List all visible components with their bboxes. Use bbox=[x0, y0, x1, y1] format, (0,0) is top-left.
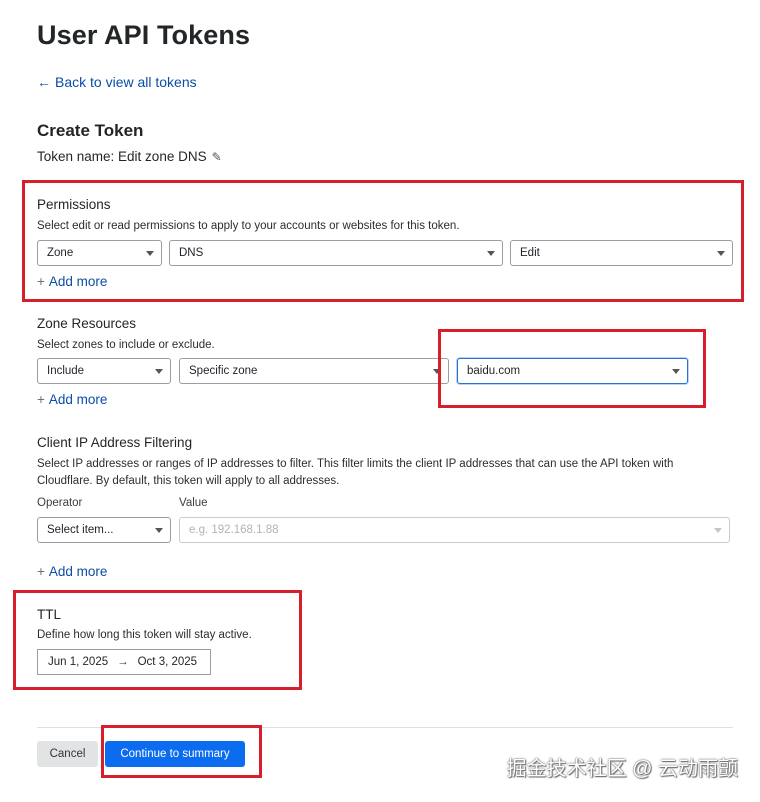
zone-type-select[interactable]: Specific zone bbox=[179, 358, 449, 384]
divider bbox=[37, 727, 733, 728]
zone-domain-select[interactable]: baidu.com bbox=[457, 358, 688, 384]
chevron-down-icon bbox=[487, 251, 495, 256]
pencil-icon[interactable]: ✎ bbox=[212, 150, 222, 164]
token-name: Token name: Edit zone DNS ✎ bbox=[37, 149, 222, 164]
chevron-down-icon bbox=[672, 369, 680, 374]
token-name-text: Token name: Edit zone DNS bbox=[37, 149, 207, 164]
value-label: Value bbox=[179, 497, 208, 509]
arrow-left-icon: ← bbox=[37, 74, 51, 90]
back-link[interactable]: ← Back to view all tokens bbox=[37, 74, 197, 90]
chevron-down-icon bbox=[714, 528, 722, 533]
zone-include-select[interactable]: Include bbox=[37, 358, 171, 384]
ip-filtering-help: Select IP addresses or ranges of IP addr… bbox=[37, 458, 674, 487]
permissions-add-more-link[interactable]: + Add more bbox=[37, 274, 107, 289]
create-token-heading: Create Token bbox=[37, 121, 144, 140]
chevron-down-icon bbox=[717, 251, 725, 256]
zone-add-more-link[interactable]: + Add more bbox=[37, 392, 107, 407]
zone-type-value: Specific zone bbox=[189, 365, 258, 377]
ip-add-more-link[interactable]: + Add more bbox=[37, 564, 107, 579]
plus-icon: + bbox=[37, 564, 45, 579]
plus-icon: + bbox=[37, 274, 45, 289]
permission-scope-value: Zone bbox=[47, 247, 74, 259]
permissions-help: Select edit or read permissions to apply… bbox=[37, 220, 460, 232]
ttl-help: Define how long this token will stay act… bbox=[37, 629, 252, 641]
ttl-label: TTL bbox=[37, 607, 62, 622]
add-more-label: Add more bbox=[48, 274, 108, 289]
back-link-label: Back to view all tokens bbox=[55, 74, 197, 90]
plus-icon: + bbox=[37, 392, 45, 407]
permission-resource-value: DNS bbox=[179, 247, 204, 259]
permission-level-value: Edit bbox=[520, 247, 540, 259]
operator-select[interactable]: Select item... bbox=[37, 517, 171, 543]
permissions-label: Permissions bbox=[37, 197, 111, 212]
ip-filtering-label: Client IP Address Filtering bbox=[37, 435, 193, 450]
page-title: User API Tokens bbox=[37, 20, 251, 50]
operator-placeholder: Select item... bbox=[47, 524, 114, 536]
zone-domain-value: baidu.com bbox=[467, 365, 521, 377]
continue-to-summary-button[interactable]: Continue to summary bbox=[105, 741, 245, 767]
ip-value-select: e.g. 192.168.1.88 bbox=[179, 517, 730, 543]
ip-value-placeholder: e.g. 192.168.1.88 bbox=[189, 524, 279, 536]
permission-scope-select[interactable]: Zone bbox=[37, 240, 162, 266]
chevron-down-icon bbox=[155, 528, 163, 533]
operator-label: Operator bbox=[37, 497, 83, 509]
ttl-end-date: Oct 3, 2025 bbox=[137, 656, 198, 668]
arrow-right-icon: → bbox=[117, 656, 129, 668]
chevron-down-icon bbox=[433, 369, 441, 374]
add-more-label: Add more bbox=[48, 392, 108, 407]
permission-level-select[interactable]: Edit bbox=[510, 240, 733, 266]
chevron-down-icon bbox=[146, 251, 154, 256]
watermark-text: 掘金技术社区 @ 云动雨颤 bbox=[506, 758, 738, 780]
zone-include-value: Include bbox=[47, 365, 85, 377]
add-more-label: Add more bbox=[48, 564, 108, 579]
zone-resources-help: Select zones to include or exclude. bbox=[37, 339, 215, 351]
cancel-button[interactable]: Cancel bbox=[37, 741, 98, 767]
zone-resources-label: Zone Resources bbox=[37, 316, 137, 331]
chevron-down-icon bbox=[155, 369, 163, 374]
ttl-date-range-picker[interactable]: Jun 1, 2025 → Oct 3, 2025 bbox=[37, 649, 211, 675]
ttl-start-date: Jun 1, 2025 bbox=[48, 656, 109, 668]
permission-resource-select[interactable]: DNS bbox=[169, 240, 503, 266]
